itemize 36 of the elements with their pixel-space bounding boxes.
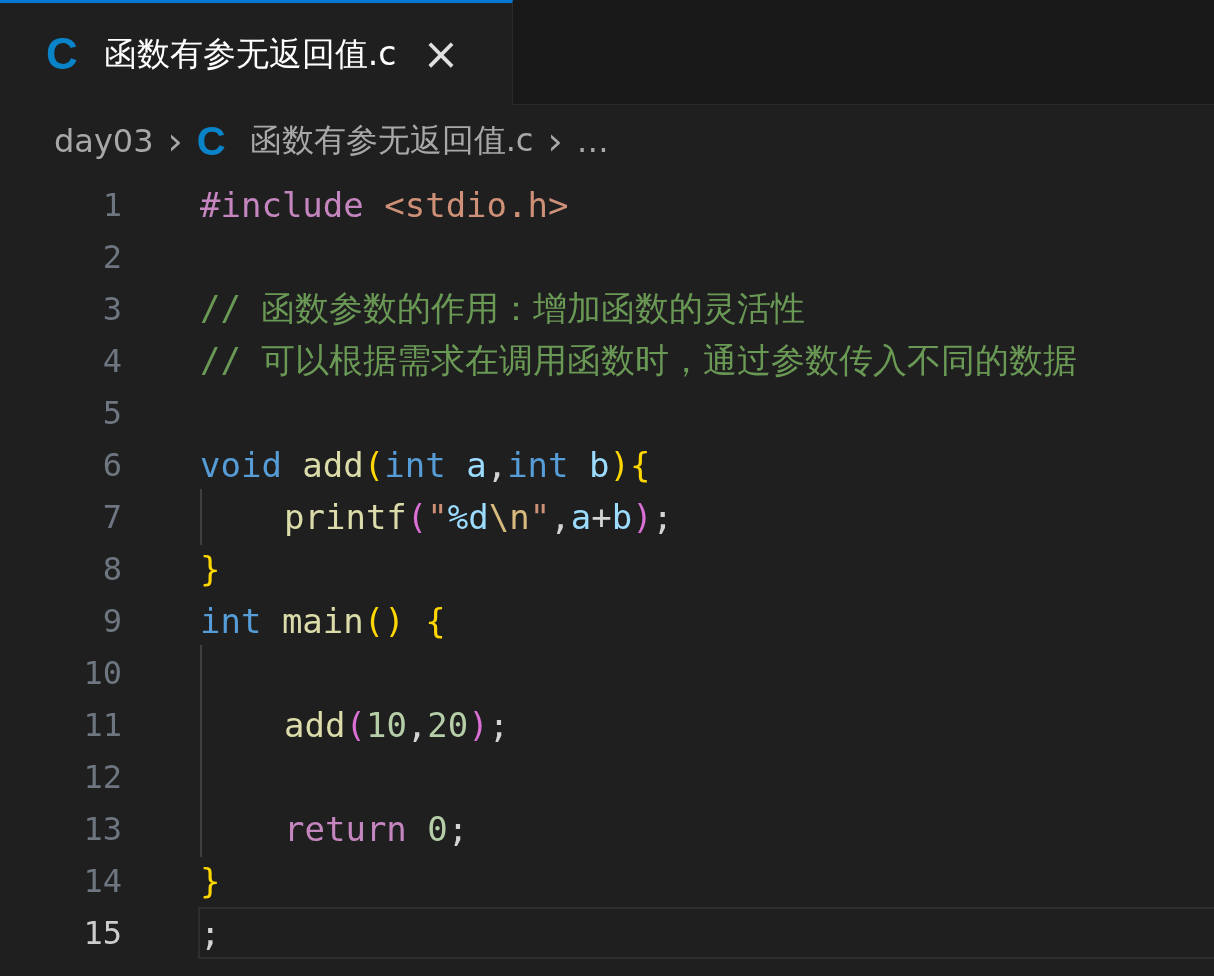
code-line: } — [200, 549, 221, 589]
line-number: 2 — [101, 238, 122, 276]
close-icon[interactable]: × — [422, 32, 460, 76]
code-line: ; — [200, 913, 221, 953]
line-number: 11 — [82, 706, 122, 744]
editor-tab[interactable]: C 函数有参无返回值.c × — [0, 0, 513, 105]
line-number: 8 — [101, 550, 122, 588]
code-line: } — [200, 861, 221, 901]
breadcrumb-item[interactable]: C 函数有参无返回值.c — [196, 118, 534, 164]
line-number: 13 — [82, 810, 122, 848]
c-file-icon: C — [46, 29, 78, 79]
c-file-icon: C — [196, 118, 226, 164]
code-line: int main() { — [200, 601, 446, 641]
code-line: // 函数参数的作用：增加函数的灵活性 — [200, 287, 806, 330]
chevron-icon: › — [167, 119, 183, 163]
line-number: 15 — [82, 914, 122, 952]
line-number: 12 — [82, 758, 122, 796]
code-line: add(10,20); — [284, 705, 510, 745]
code-line: // 可以根据需求在调用函数时，通过参数传入不同的数据 — [200, 339, 1078, 382]
line-number: 7 — [101, 498, 122, 536]
line-number: 1 — [101, 186, 122, 224]
code-line: void add(int a,int b){ — [200, 445, 651, 485]
code-line: return 0; — [284, 809, 469, 849]
breadcrumb-more[interactable]: … — [576, 122, 609, 160]
code-line: printf("%d\n",a+b); — [284, 497, 674, 537]
line-number: 10 — [82, 654, 122, 692]
line-number: 3 — [101, 290, 122, 328]
line-number: 6 — [101, 446, 122, 484]
breadcrumb-label[interactable]: 函数有参无返回值.c — [249, 119, 534, 163]
line-number: 9 — [101, 602, 122, 640]
line-number: 4 — [101, 342, 122, 380]
line-number: 5 — [101, 394, 122, 432]
breadcrumb-item[interactable]: day03 — [54, 122, 154, 160]
line-number: 14 — [82, 862, 122, 900]
code-line: #include <stdio.h> — [200, 185, 569, 225]
chevron-icon: › — [547, 119, 563, 163]
